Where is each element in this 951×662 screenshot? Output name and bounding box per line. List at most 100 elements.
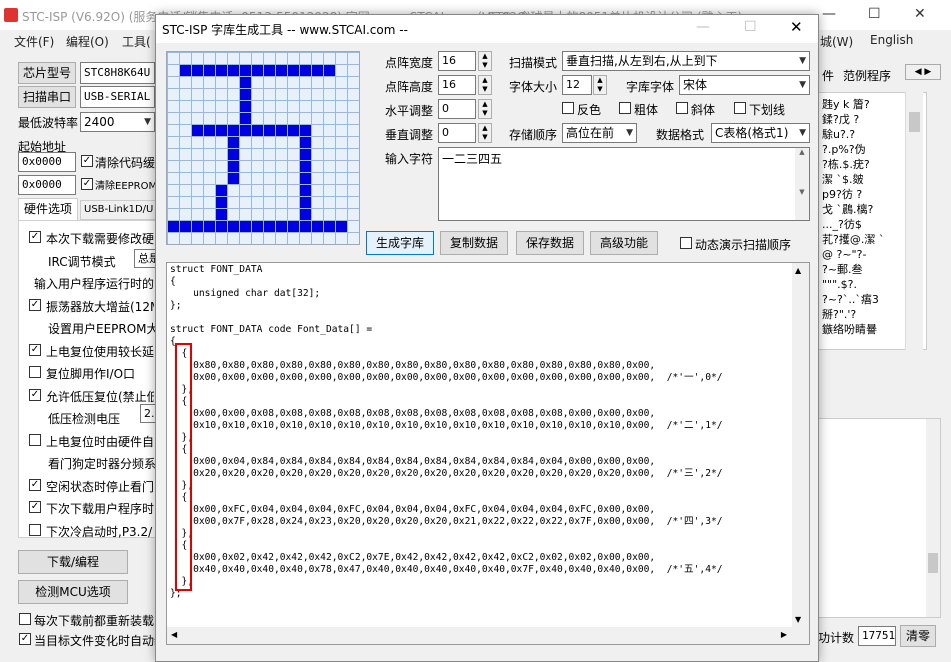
option-checkbox[interactable] [29, 523, 41, 536]
option-checkbox[interactable]: ✓ [29, 343, 41, 356]
scan-port-button[interactable]: 扫描串口 [18, 86, 76, 108]
auto-load-checkbox[interactable]: ✓ [19, 633, 31, 645]
height-field[interactable]: 16 [438, 75, 476, 95]
menu-program[interactable]: 编程(O) [66, 33, 109, 50]
pixel-on [216, 209, 227, 220]
tab-plugin[interactable]: 件 [822, 67, 834, 84]
font-size-spinner[interactable]: ▲ ▼ [593, 75, 607, 95]
pixel-on [276, 65, 287, 76]
detect-mcu-button[interactable]: 检测MCU选项 [18, 580, 128, 604]
width-field[interactable]: 16 [438, 51, 476, 71]
font-size-field[interactable]: 12 [562, 75, 592, 95]
data-format-label: 数据格式 [656, 128, 705, 142]
code-hscroll[interactable]: ◀ ▶ [167, 627, 809, 644]
example-line: 掰?".'? [822, 308, 857, 321]
minimize-icon[interactable]: — [822, 6, 836, 22]
save-data-button[interactable]: 保存数据 [516, 231, 584, 255]
pixel-on [192, 65, 203, 76]
tab-scroll-arrows[interactable]: ◀ ▶ [905, 64, 941, 80]
pixel-on [216, 185, 227, 196]
pixel-on [204, 221, 215, 232]
menu-tools[interactable]: 工具( [122, 33, 151, 50]
close-icon[interactable]: ✕ [914, 6, 926, 22]
data-format-select[interactable]: C表格(格式1) ▼ [711, 123, 810, 143]
italic-checkbox[interactable] [676, 102, 688, 114]
vadjust-spinner[interactable]: ▲ ▼ [478, 123, 492, 143]
font-face-select[interactable]: 宋体 ▼ [679, 75, 810, 95]
generate-button[interactable]: 生成字库 [366, 231, 434, 255]
pixel-on [192, 221, 203, 232]
font-face-label: 字库字体 [626, 80, 675, 94]
font-size-label: 字体大小 [509, 80, 558, 94]
bold-checkbox[interactable] [619, 102, 631, 114]
pixel-on [228, 149, 239, 160]
scan-mode-select[interactable]: 垂直扫描,从左到右,从上到下 ▼ [562, 51, 810, 71]
option-checkbox[interactable]: ✓ [29, 501, 41, 513]
invert-checkbox[interactable] [562, 102, 574, 114]
option-label: 下次冷启动时,P3.2/ [46, 524, 153, 539]
hadjust-spinner[interactable]: ▲ ▼ [478, 99, 492, 119]
reload-checkbox[interactable] [19, 613, 31, 625]
pixel-on [300, 185, 311, 196]
option-label: 振荡器放大增益(12M [46, 299, 154, 314]
pixel-on [300, 209, 311, 220]
vadjust-label: 垂直调整 [385, 128, 434, 142]
chevron-down-icon: ▼ [799, 80, 806, 90]
chip-label-button[interactable]: 芯片型号 [18, 62, 76, 84]
option-checkbox[interactable]: ✓ [29, 231, 41, 243]
input-chars-field[interactable]: 一二三四五 ▲ ▼ [438, 147, 810, 221]
tab-example-program[interactable]: 范例程序 [843, 67, 891, 84]
width-spinner[interactable]: ▲ ▼ [478, 51, 492, 71]
pixel-matrix-preview[interactable] [166, 51, 360, 245]
tab-hardware[interactable]: 硬件选项 [18, 198, 78, 220]
clear-code-checkbox[interactable]: ✓ [81, 155, 93, 167]
pixel-on [300, 65, 311, 76]
clear-eeprom-checkbox[interactable]: ✓ [81, 178, 93, 190]
advanced-button[interactable]: 高级功能 [590, 231, 658, 255]
vadjust-field[interactable]: 0 [438, 123, 476, 143]
pixel-on [240, 221, 251, 232]
hadjust-field[interactable]: 0 [438, 99, 476, 119]
copy-data-button[interactable]: 复制数据 [440, 231, 508, 255]
chip-select[interactable]: STC8H8K64U [80, 62, 155, 84]
menu-settings[interactable]: 城(W) [820, 33, 853, 50]
option-checkbox[interactable] [29, 433, 41, 446]
pixel-on [180, 221, 191, 232]
menu-file[interactable]: 文件(F) [14, 33, 54, 50]
port-select[interactable]: USB-SERIAL C [80, 86, 155, 108]
download-button[interactable]: 下载/编程 [18, 550, 128, 574]
example-line: """.$?. [822, 278, 858, 291]
code-vscroll[interactable]: ▲ ▼ [792, 263, 809, 644]
option-checkbox[interactable]: ✓ [29, 388, 41, 401]
pixel-on [288, 221, 299, 232]
underline-checkbox[interactable] [734, 102, 746, 114]
underline-label: 下划线 [749, 103, 786, 117]
example-scrollbar[interactable] [905, 92, 923, 350]
code-output-area[interactable]: struct FONT_DATA { unsigned char dat[32]… [166, 262, 810, 645]
example-line: 駼u?.? [822, 128, 856, 141]
maximize-icon[interactable]: ☐ [868, 6, 881, 22]
dialog-close-icon[interactable]: ✕ [790, 18, 803, 36]
pixel-on [228, 161, 239, 172]
addr-field-2[interactable]: 0x0000 [18, 175, 76, 195]
storage-order-select[interactable]: 高位在前 ▼ [562, 123, 637, 143]
tab-usb-link[interactable]: USB-Link1D/U [80, 200, 156, 220]
height-spinner[interactable]: ▲ ▼ [478, 75, 492, 95]
clear-count-button[interactable]: 清零 [900, 625, 936, 647]
menu-english[interactable]: English [870, 33, 913, 47]
baud-select[interactable]: 2400 ▼ [80, 112, 155, 132]
addr-field-1[interactable]: 0x0000 [18, 152, 76, 172]
scan-mode-label: 扫描模式 [509, 56, 558, 70]
dialog-maximize-icon[interactable]: ☐ [744, 19, 757, 35]
pixel-on [300, 125, 311, 136]
demo-scan-checkbox[interactable] [680, 237, 692, 249]
option-checkbox[interactable] [29, 366, 41, 378]
dialog-minimize-icon[interactable]: — [696, 19, 710, 35]
pixel-on [228, 65, 239, 76]
pixel-on [240, 113, 251, 124]
font-generator-dialog: STC-ISP 字库生成工具 -- www.STCAI.com -- — ☐ ✕… [155, 14, 819, 662]
input-chars-label: 输入字符 [385, 152, 434, 166]
option-checkbox[interactable]: ✓ [29, 478, 41, 491]
pixel-on [204, 125, 215, 136]
option-checkbox[interactable]: ✓ [29, 298, 41, 311]
